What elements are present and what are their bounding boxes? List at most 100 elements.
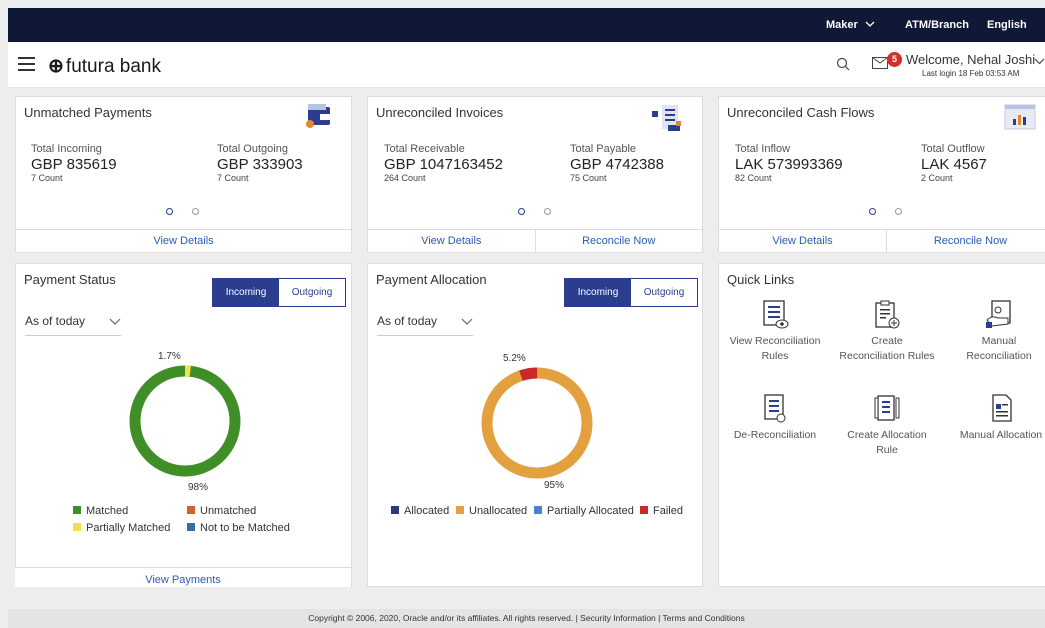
view-payments-link[interactable]: View Payments xyxy=(15,567,351,587)
stat-value: GBP 1047163452 xyxy=(384,156,503,173)
matched-arc[interactable] xyxy=(129,365,241,477)
carousel-dot[interactable] xyxy=(895,208,902,215)
direction-toggle: Incoming Outgoing xyxy=(212,278,346,307)
failed-arc[interactable] xyxy=(519,367,538,381)
total-incoming-stat: Total Incoming GBP 835619 7 Count xyxy=(31,143,117,183)
menu-icon[interactable] xyxy=(18,57,35,71)
date-filter-value: As of today xyxy=(377,314,438,328)
unallocated-arc[interactable] xyxy=(481,367,593,479)
language-dropdown[interactable]: English xyxy=(987,19,1027,31)
total-outflow-stat: Total Outflow LAK 4567 2 Count xyxy=(921,143,987,183)
brand-mark-icon: ⊕ xyxy=(48,56,64,77)
total-receivable-stat: Total Receivable GBP 1047163452 264 Coun… xyxy=(384,143,503,183)
direction-toggle: Incoming Outgoing xyxy=(564,278,698,307)
carousel-dot[interactable] xyxy=(192,208,199,215)
reconcile-now-link[interactable]: Reconcile Now xyxy=(886,230,1045,253)
carousel-dot[interactable] xyxy=(166,208,173,215)
welcome-text[interactable]: Welcome, Nehal Joshi xyxy=(906,52,1035,67)
stat-value: GBP 333903 xyxy=(217,156,303,173)
quick-link-label: Manual Allocation xyxy=(959,429,1043,441)
unmatched-swatch xyxy=(187,506,195,514)
carousel-dot[interactable] xyxy=(869,208,876,215)
view-details-link[interactable]: View Details xyxy=(719,230,886,253)
card-title: Unreconciled Invoices xyxy=(376,105,504,120)
stat-count: 7 Count xyxy=(31,173,63,183)
legend-allocated: Allocated xyxy=(391,505,449,517)
stat-label: Total Payable xyxy=(570,143,637,155)
total-outgoing-stat: Total Outgoing GBP 333903 7 Count xyxy=(217,143,303,183)
incoming-toggle[interactable]: Incoming xyxy=(213,279,279,306)
stat-label: Total Inflow xyxy=(735,143,791,155)
legend-matched: Matched xyxy=(73,505,128,517)
unallocated-swatch xyxy=(456,506,464,514)
role-label: Maker xyxy=(826,19,858,31)
chevron-down-icon xyxy=(865,21,875,27)
stat-label: Total Receivable xyxy=(384,143,465,155)
outgoing-toggle[interactable]: Outgoing xyxy=(279,279,345,306)
quick-link-create-reconciliation-rules[interactable]: Create Reconciliation Rules xyxy=(839,300,935,364)
payment-allocation-donut xyxy=(481,367,593,479)
incoming-toggle[interactable]: Incoming xyxy=(565,279,631,306)
legend-label: Not to be Matched xyxy=(200,522,290,534)
branch-link[interactable]: ATM/Branch xyxy=(905,19,969,31)
date-filter-dropdown[interactable]: As of today xyxy=(25,314,121,336)
card-title: Unreconciled Cash Flows xyxy=(727,105,875,120)
legend-label: Failed xyxy=(653,505,683,517)
legend-label: Allocated xyxy=(404,505,450,517)
carousel-dots xyxy=(518,208,551,215)
quick-link-label: Create Allocation Rule xyxy=(847,429,927,456)
partially-matched-swatch xyxy=(73,523,81,531)
stat-label: Total Incoming xyxy=(31,143,102,155)
last-login-text: Last login 18 Feb 03:53 AM xyxy=(922,69,1020,78)
quick-link-label: Manual Reconciliation xyxy=(966,335,1032,362)
de-reconciliation-icon xyxy=(764,394,786,423)
stat-count: 82 Count xyxy=(735,173,772,183)
app-header: ⊕ futura bank 5 Welcome, Nehal Joshi Last… xyxy=(8,42,1045,88)
quick-link-label: View Reconciliation Rules xyxy=(729,335,821,362)
outgoing-toggle[interactable]: Outgoing xyxy=(631,279,697,306)
notification-badge[interactable]: 5 xyxy=(887,52,902,67)
view-details-link[interactable]: View Details xyxy=(16,230,351,253)
mail-icon[interactable] xyxy=(872,57,888,69)
donut-top-percent: 5.2% xyxy=(503,353,526,364)
legend-unallocated: Unallocated xyxy=(456,505,527,517)
legend-not-to-be-matched: Not to be Matched xyxy=(187,522,290,534)
donut-top-percent: 1.7% xyxy=(158,351,181,362)
view-details-link[interactable]: View Details xyxy=(368,230,535,253)
card-footer: View Details Reconcile Now xyxy=(719,229,1045,253)
date-filter-dropdown[interactable]: As of today xyxy=(377,314,473,336)
legend-partially-allocated: Partially Allocated xyxy=(534,505,634,517)
donut-bottom-percent: 95% xyxy=(544,480,565,491)
quick-link-de-reconciliation[interactable]: De-Reconciliation xyxy=(725,394,825,443)
reconcile-now-link[interactable]: Reconcile Now xyxy=(534,230,703,253)
invoice-icon xyxy=(652,105,681,131)
quick-link-create-allocation-rule[interactable]: Create Allocation Rule xyxy=(839,394,935,458)
quick-link-manual-allocation[interactable]: Manual Allocation xyxy=(953,394,1045,443)
chevron-down-icon xyxy=(109,318,121,325)
role-dropdown[interactable]: Maker xyxy=(826,19,875,31)
create-allocation-icon xyxy=(874,395,900,421)
total-payable-stat: Total Payable GBP 4742388 75 Count xyxy=(570,143,664,183)
legend-unmatched: Unmatched xyxy=(187,505,256,517)
stat-count: 75 Count xyxy=(570,173,607,183)
payment-allocation-card: Payment Allocation Incoming Outgoing As … xyxy=(367,263,703,587)
brand-name: futura bank xyxy=(65,56,161,77)
quick-link-view-reconciliation-rules[interactable]: View Reconciliation Rules xyxy=(725,300,825,364)
carousel-dot[interactable] xyxy=(518,208,525,215)
card-footer: View Details Reconcile Now xyxy=(368,229,702,253)
chevron-down-icon xyxy=(461,318,473,325)
stat-label: Total Outflow xyxy=(921,143,985,155)
allocated-swatch xyxy=(391,506,399,514)
legend-label: Unallocated xyxy=(469,505,528,517)
date-filter-value: As of today xyxy=(25,314,86,328)
stat-value: GBP 835619 xyxy=(31,156,117,173)
stat-value: LAK 573993369 xyxy=(735,156,843,173)
quick-link-manual-reconciliation[interactable]: Manual Reconciliation xyxy=(949,300,1045,364)
unreconciled-cashflows-card: Unreconciled Cash Flows Total Inflow LAK… xyxy=(718,96,1045,253)
brand-logo[interactable]: ⊕ futura bank xyxy=(48,55,161,78)
user-chevron-down-icon[interactable] xyxy=(1034,58,1045,65)
carousel-dot[interactable] xyxy=(544,208,551,215)
quick-link-label: Create Reconciliation Rules xyxy=(839,335,935,362)
stat-count: 7 Count xyxy=(217,173,249,183)
search-icon[interactable] xyxy=(836,57,850,71)
